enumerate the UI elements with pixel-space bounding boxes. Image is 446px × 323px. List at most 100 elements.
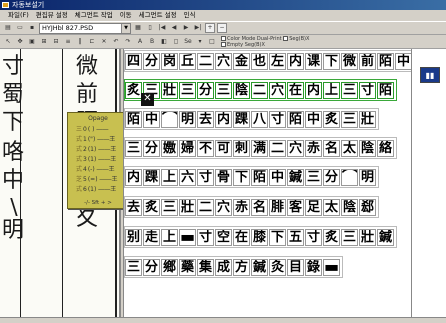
char-cell[interactable]: 三	[341, 110, 358, 128]
recognized-text-panel[interactable]: 四分岗丘二穴金也左内课下微前陌中炙三壯三分三陰二穴在内上三寸陌陌中 ⌒ 明去内踝八寸…	[123, 49, 411, 317]
char-cell[interactable]: 三	[179, 81, 196, 99]
char-cell[interactable]: 二	[251, 81, 268, 99]
char-cell[interactable]: 三	[341, 228, 358, 246]
char-cell[interactable]: 炙	[143, 198, 160, 216]
char-cell[interactable]: 陌	[125, 110, 142, 128]
option-a-checkbox[interactable]	[221, 35, 226, 41]
font-icon[interactable]: A	[135, 36, 145, 47]
pointer-icon[interactable]: ↖	[3, 36, 13, 47]
menu-recognize[interactable]: 인식	[184, 10, 196, 21]
save-icon[interactable]: ▪	[27, 23, 37, 33]
char-cell[interactable]: 课	[305, 52, 322, 70]
char-cell[interactable]: 分	[197, 81, 214, 99]
folder-icon[interactable]: ▭	[15, 23, 25, 33]
char-cell[interactable]: 中	[143, 110, 160, 128]
char-cell[interactable]: 别	[125, 228, 142, 246]
align-icon[interactable]: ⊏	[87, 36, 97, 47]
clear-icon[interactable]: ◻	[171, 36, 181, 47]
char-cell[interactable]: 陰	[359, 139, 376, 157]
char-cell[interactable]: 三	[125, 139, 142, 157]
char-cell[interactable]: 穴	[215, 198, 232, 216]
char-cell[interactable]: 目	[287, 258, 304, 276]
char-cell[interactable]: 五	[287, 228, 304, 246]
char-cell[interactable]: 二	[269, 139, 286, 157]
char-cell[interactable]: 去	[197, 110, 214, 128]
char-cell[interactable]: 踝	[143, 168, 160, 186]
file-select[interactable]: HYJHbl 827.PSD ▼	[39, 22, 131, 34]
pan-icon[interactable]: ✥	[15, 36, 25, 47]
char-cell[interactable]: 明	[179, 110, 196, 128]
candidate-row[interactable]: 芝 5 (=) ――王	[76, 175, 124, 184]
char-cell[interactable]: 膝	[251, 228, 268, 246]
char-cell[interactable]: 寸	[269, 110, 286, 128]
char-cell[interactable]: 三	[161, 198, 178, 216]
char-cell[interactable]: 鄉	[161, 258, 178, 276]
char-cell[interactable]: 内	[287, 52, 304, 70]
char-cell[interactable]: 不	[197, 139, 214, 157]
char-cell[interactable]: ▬	[179, 228, 196, 246]
candidate-row[interactable]: 式 6 (1) ――王	[76, 185, 124, 194]
char-cell[interactable]: 陰	[341, 198, 358, 216]
char-cell[interactable]: 穴	[287, 139, 304, 157]
menu-edit-view[interactable]: 편집뷰 설정	[36, 10, 68, 21]
char-cell[interactable]: 踝	[233, 110, 250, 128]
char-cell[interactable]: 名	[251, 198, 268, 216]
char-cell[interactable]: 集	[197, 258, 214, 276]
char-cell[interactable]: 寸	[197, 168, 214, 186]
char-cell[interactable]: 中	[395, 52, 411, 70]
char-cell[interactable]: 前	[359, 52, 376, 70]
char-cell[interactable]: 藥	[179, 258, 196, 276]
merge-icon[interactable]: ⊞	[39, 36, 49, 47]
char-cell[interactable]: 穴	[269, 81, 286, 99]
char-cell[interactable]: 岗	[161, 52, 178, 70]
char-cell[interactable]: 太	[323, 198, 340, 216]
char-cell[interactable]: 空	[215, 228, 232, 246]
char-cell[interactable]: 陰	[233, 81, 250, 99]
char-cell[interactable]: 六	[179, 168, 196, 186]
char-cell[interactable]: 陌	[377, 52, 394, 70]
char-cell[interactable]: 赤	[233, 198, 250, 216]
char-cell[interactable]: 左	[269, 52, 286, 70]
char-cell[interactable]: 金	[233, 52, 250, 70]
char-cell[interactable]: 寸	[359, 81, 376, 99]
chevron-down-icon[interactable]: ▼	[121, 23, 130, 33]
char-cell[interactable]: ⌒	[161, 110, 178, 128]
candidate-row[interactable]: 式 3 (1) ――王	[76, 155, 124, 164]
char-cell[interactable]: 郄	[359, 198, 376, 216]
char-cell[interactable]: 分	[143, 258, 160, 276]
char-cell[interactable]: 四	[125, 52, 142, 70]
menu-segment-settings[interactable]: 세그먼트 설정	[139, 10, 177, 21]
delete-icon[interactable]: ✕	[99, 36, 109, 47]
char-cell[interactable]: 腓	[269, 198, 286, 216]
char-cell[interactable]: 也	[251, 52, 268, 70]
char-cell[interactable]: 下	[269, 228, 286, 246]
option-b-checkbox[interactable]	[221, 41, 226, 47]
zoom-in-icon[interactable]: +	[205, 23, 215, 33]
char-cell[interactable]: 可	[215, 139, 232, 157]
option-c-checkbox[interactable]	[283, 35, 289, 41]
char-cell[interactable]: 中	[305, 110, 322, 128]
char-cell[interactable]: 穴	[215, 52, 232, 70]
char-cell[interactable]: 走	[143, 228, 160, 246]
char-cell[interactable]: 丘	[179, 52, 196, 70]
char-cell[interactable]: 下	[323, 52, 340, 70]
zoom-select[interactable]: Se	[183, 36, 193, 47]
char-cell[interactable]: 陌	[377, 81, 394, 99]
next-page-icon[interactable]: ▶	[181, 23, 191, 33]
grid-icon[interactable]: ▦	[133, 23, 143, 33]
first-page-icon[interactable]: |◀	[157, 23, 167, 33]
char-cell[interactable]: 太	[341, 139, 358, 157]
char-cell[interactable]: 分	[143, 139, 160, 157]
char-cell[interactable]: 八	[251, 110, 268, 128]
undo-icon[interactable]: ↶	[111, 36, 121, 47]
page-icon[interactable]: ▯	[145, 23, 155, 33]
candidate-row[interactable]: 式 2 (1) ――王	[76, 145, 124, 154]
char-cell[interactable]: 内	[125, 168, 142, 186]
char-cell[interactable]: 上	[161, 228, 178, 246]
char-cell[interactable]: 三	[341, 81, 358, 99]
char-cell[interactable]: 炙	[323, 228, 340, 246]
char-cell[interactable]: 成	[215, 258, 232, 276]
bold-icon[interactable]: B	[147, 36, 157, 47]
prev-page-icon[interactable]: ◀	[169, 23, 179, 33]
char-cell[interactable]: 壯	[359, 110, 376, 128]
